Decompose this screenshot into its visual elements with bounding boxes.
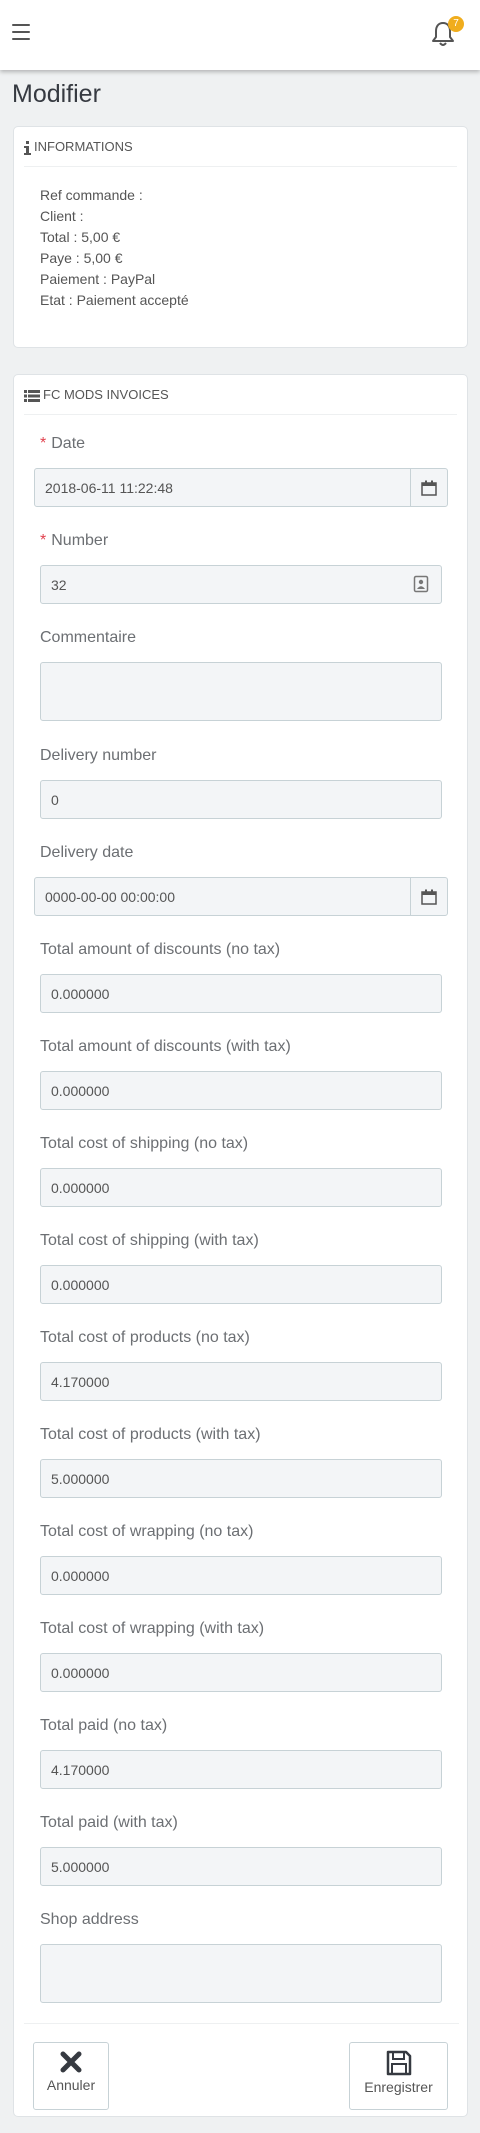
delivery-number-input[interactable]: 0 bbox=[40, 780, 442, 819]
shipping-with-tax-input[interactable]: 0.000000 bbox=[40, 1265, 442, 1304]
form-heading: FC MODS INVOICES bbox=[24, 375, 457, 415]
payment-line: Paiement : PayPal bbox=[40, 271, 156, 287]
shipping-no-tax-input[interactable]: 0.000000 bbox=[40, 1168, 442, 1207]
total-line: Total : 5,00 € bbox=[40, 229, 121, 245]
client-line: Client : bbox=[40, 208, 84, 224]
contact-card-icon bbox=[413, 575, 429, 593]
order-info: Ref commande : Client : Total : 5,00 € P… bbox=[14, 167, 467, 311]
close-icon bbox=[60, 2051, 82, 2073]
cancel-button-label: Annuler bbox=[46, 2077, 96, 2093]
wrapping-no-tax-label: Total cost of wrapping (no tax) bbox=[40, 1523, 254, 1540]
info-icon bbox=[24, 140, 31, 155]
number-label: * Number bbox=[40, 532, 109, 549]
calendar-icon bbox=[421, 889, 437, 905]
cancel-button[interactable]: Annuler bbox=[33, 2042, 109, 2110]
date-label: * Date bbox=[40, 435, 86, 452]
page-title: Modifier bbox=[12, 80, 101, 108]
comment-label: Commentaire bbox=[40, 629, 137, 646]
form-heading-text: FC MODS INVOICES bbox=[43, 387, 169, 402]
order-ref-line: Ref commande : bbox=[40, 187, 143, 203]
total-paid-no-tax-label: Total paid (no tax) bbox=[40, 1717, 168, 1734]
total-paid-with-tax-input[interactable]: 5.000000 bbox=[40, 1847, 442, 1886]
delivery-date-label: Delivery date bbox=[40, 844, 134, 861]
notification-badge: 7 bbox=[448, 16, 464, 32]
delivery-date-picker-button[interactable] bbox=[410, 877, 448, 916]
delivery-date-input[interactable]: 0000-00-00 00:00:00 bbox=[34, 877, 411, 916]
delivery-number-label: Delivery number bbox=[40, 747, 157, 764]
shipping-no-tax-label: Total cost of shipping (no tax) bbox=[40, 1135, 249, 1152]
shop-address-label: Shop address bbox=[40, 1911, 139, 1928]
paid-line: Paye : 5,00 € bbox=[40, 250, 123, 266]
discounts-no-tax-label: Total amount of discounts (no tax) bbox=[40, 941, 281, 958]
notifications-button[interactable]: 7 bbox=[430, 16, 464, 48]
discounts-no-tax-input[interactable]: 0.000000 bbox=[40, 974, 442, 1013]
wrapping-with-tax-input[interactable]: 0.000000 bbox=[40, 1653, 442, 1692]
wrapping-no-tax-input[interactable]: 0.000000 bbox=[40, 1556, 442, 1595]
comment-textarea[interactable] bbox=[40, 662, 442, 721]
products-with-tax-input[interactable]: 5.000000 bbox=[40, 1459, 442, 1498]
top-bar: 7 bbox=[0, 0, 480, 70]
number-input[interactable]: 32 bbox=[40, 565, 442, 604]
products-no-tax-label: Total cost of products (no tax) bbox=[40, 1329, 250, 1346]
discounts-with-tax-label: Total amount of discounts (with tax) bbox=[40, 1038, 291, 1055]
total-paid-with-tax-label: Total paid (with tax) bbox=[40, 1814, 178, 1831]
wrapping-with-tax-label: Total cost of wrapping (with tax) bbox=[40, 1620, 265, 1637]
date-picker-button[interactable] bbox=[410, 468, 448, 507]
panel-footer-divider bbox=[24, 2023, 459, 2024]
menu-icon[interactable] bbox=[12, 24, 30, 42]
save-button[interactable]: Enregistrer bbox=[349, 2042, 448, 2110]
save-button-label: Enregistrer bbox=[364, 2079, 433, 2095]
total-paid-no-tax-input[interactable]: 4.170000 bbox=[40, 1750, 442, 1789]
date-input[interactable]: 2018-06-11 11:22:48 bbox=[34, 468, 411, 507]
list-icon bbox=[24, 389, 40, 402]
calendar-icon bbox=[421, 480, 437, 496]
discounts-with-tax-input[interactable]: 0.000000 bbox=[40, 1071, 442, 1110]
fc-mods-invoices-panel: FC MODS INVOICES * Date 2018-06-11 11:22:… bbox=[13, 374, 468, 2117]
products-with-tax-label: Total cost of products (with tax) bbox=[40, 1426, 261, 1443]
informations-heading: INFORMATIONS bbox=[24, 127, 457, 167]
shop-address-textarea[interactable] bbox=[40, 1944, 442, 2003]
status-line: Etat : Paiement accepté bbox=[40, 292, 189, 308]
informations-heading-text: INFORMATIONS bbox=[34, 139, 133, 154]
informations-panel: INFORMATIONS Ref commande : Client : Tot… bbox=[13, 126, 468, 348]
shipping-with-tax-label: Total cost of shipping (with tax) bbox=[40, 1232, 259, 1249]
products-no-tax-input[interactable]: 4.170000 bbox=[40, 1362, 442, 1401]
save-icon bbox=[386, 2050, 411, 2076]
